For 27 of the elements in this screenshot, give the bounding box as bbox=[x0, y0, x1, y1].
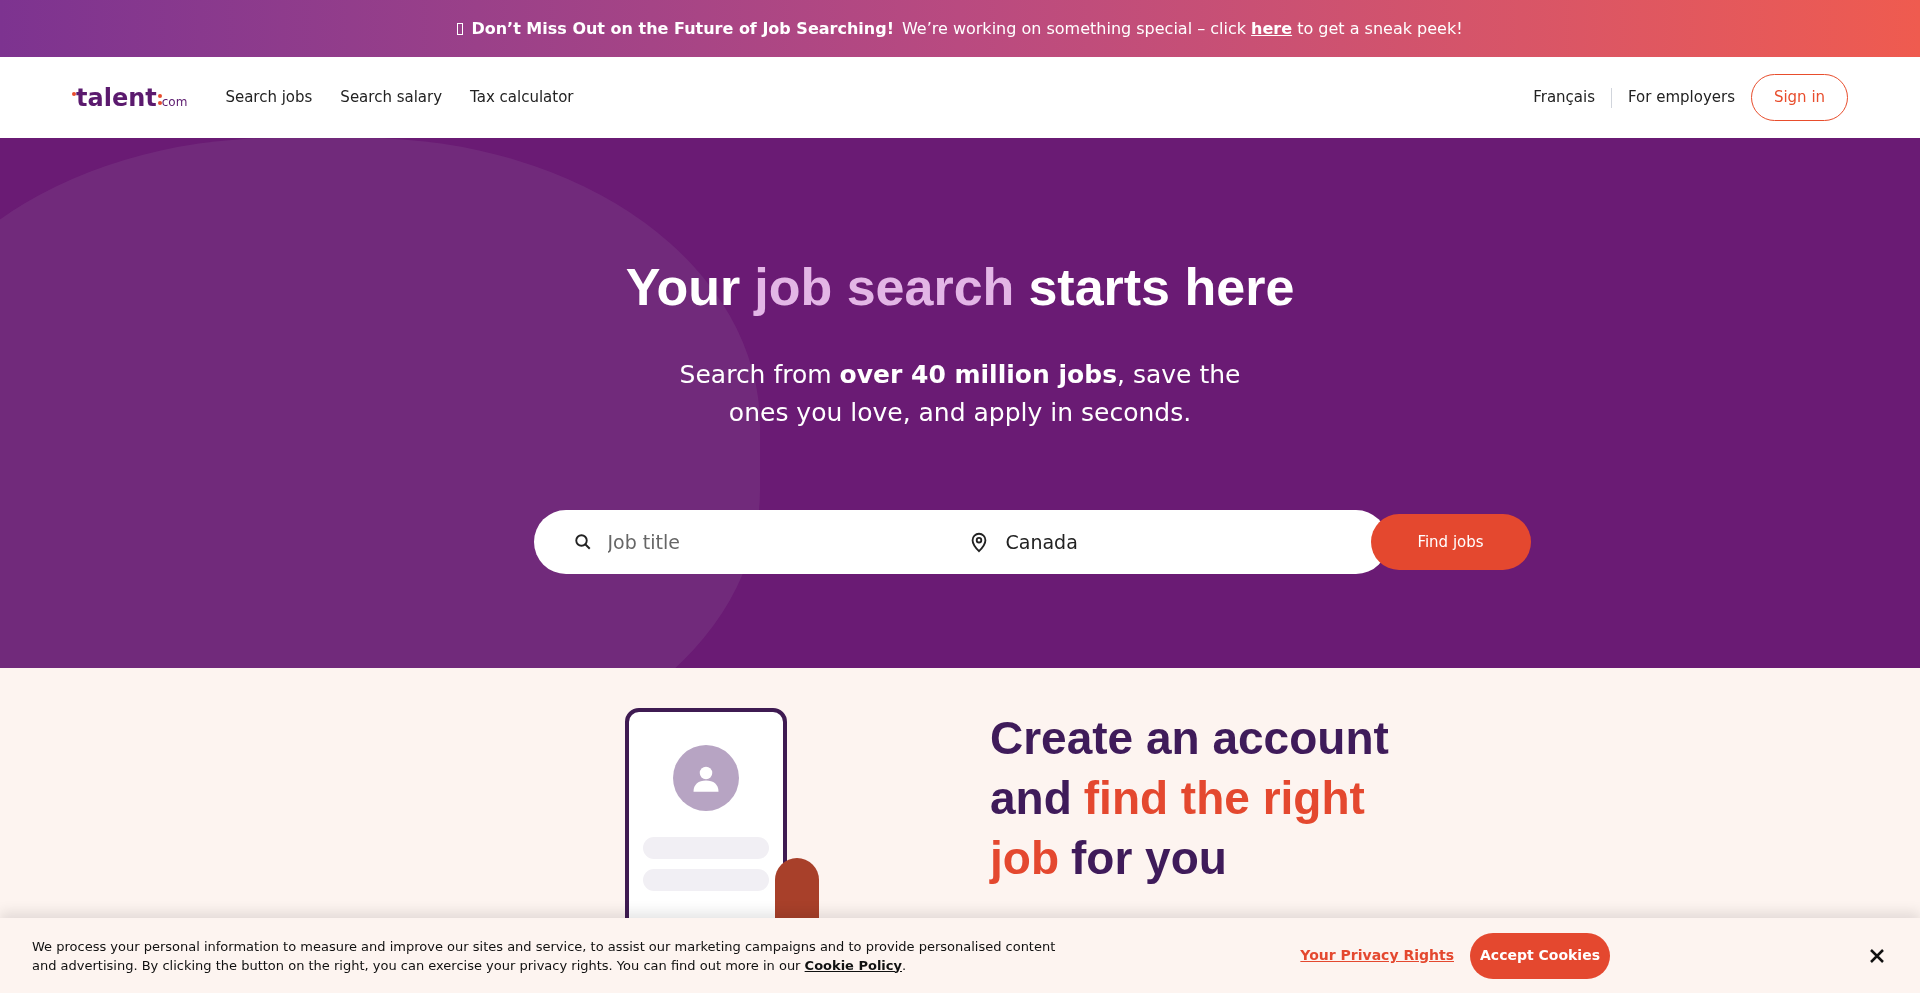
missing-glyph-icon bbox=[457, 22, 464, 35]
hero-title: starts here bbox=[1028, 257, 1295, 318]
promo-heading: and bbox=[990, 771, 1072, 826]
promo-heading: for you bbox=[1071, 831, 1227, 886]
accept-cookies-button[interactable]: Accept Cookies bbox=[1470, 932, 1610, 979]
nav-link[interactable]: Search jobs bbox=[225, 86, 313, 109]
search-icon bbox=[573, 533, 592, 551]
hero-title: Your bbox=[625, 257, 741, 318]
find-jobs-button[interactable]: Find jobs bbox=[1370, 514, 1531, 570]
hero-subtitle: Search from over 40 million jobs, save the ones you love, and apply in seconds. bbox=[678, 359, 1242, 429]
cookie-notice-text: We process your personal information to measure and improve our sites and service, to assist our marketing campaigns and to provide personalised content and advertising. By clicking the button on the right, you can exercise your privacy rights. You can find out more in our Cookie Policy. bbox=[32, 937, 1057, 975]
hero-title: job search bbox=[754, 257, 1015, 318]
language-link[interactable]: Français bbox=[1533, 86, 1595, 109]
talent-logo[interactable]: talent com bbox=[72, 79, 188, 116]
location-field[interactable]: Canada bbox=[1005, 527, 1306, 557]
close-icon[interactable] bbox=[1870, 948, 1884, 963]
promo-heading: find the right bbox=[1083, 771, 1365, 826]
nav-link[interactable]: Search salary bbox=[340, 86, 443, 109]
nav-link[interactable]: Tax calculator bbox=[470, 86, 574, 109]
announcement-text: We’re working on something special – click here to get a sneak peek! bbox=[901, 17, 1463, 40]
promo-heading: job bbox=[990, 831, 1059, 886]
announcement-headline: Don’t Miss Out on the Future of Job Searching! bbox=[471, 17, 894, 40]
cookie-policy-link[interactable]: Cookie Policy bbox=[804, 957, 902, 973]
promo-heading: Create an account bbox=[990, 711, 1389, 766]
privacy-rights-link[interactable]: Your Privacy Rights bbox=[1300, 945, 1454, 966]
employers-link[interactable]: For employers bbox=[1628, 86, 1735, 109]
sneak-peek-link[interactable]: here bbox=[1251, 18, 1293, 38]
